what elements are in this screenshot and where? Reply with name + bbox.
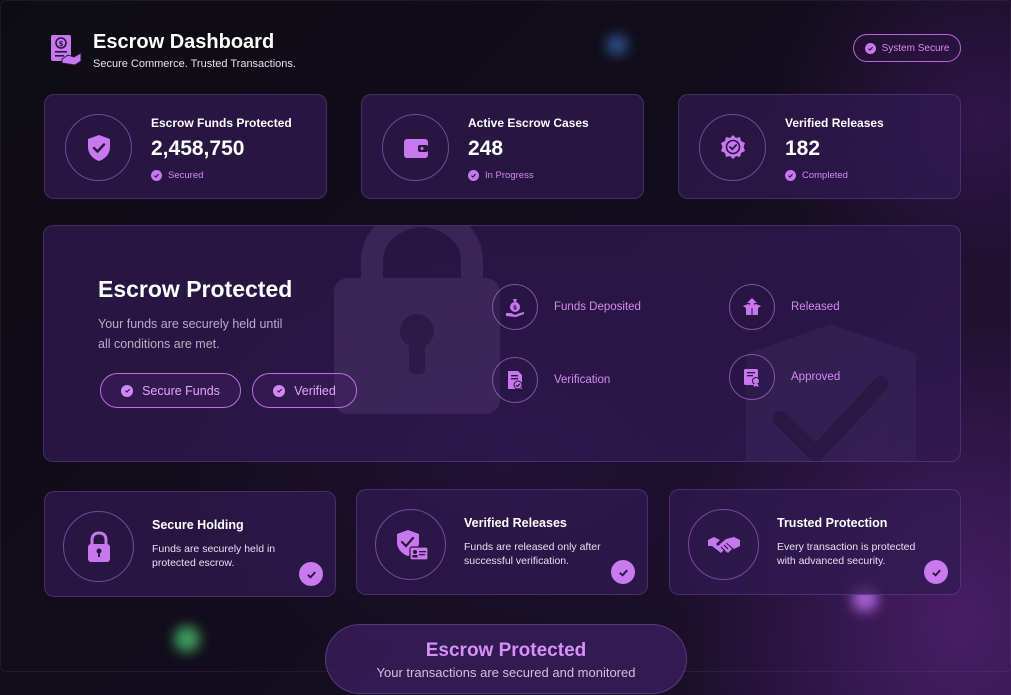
step-label: Released bbox=[791, 301, 840, 313]
feature-description: Every transaction is protected with adva… bbox=[777, 541, 916, 567]
money-bag-hand-icon: $ bbox=[506, 299, 524, 317]
step-funds-deposited[interactable]: $ Funds Deposited bbox=[492, 284, 641, 330]
stat-status-label: Completed bbox=[802, 170, 848, 181]
feature-title: Verified Releases bbox=[464, 516, 567, 530]
feature-icon-ring bbox=[375, 509, 446, 580]
feature-card-trusted-protection[interactable]: Trusted Protection Every transaction is … bbox=[669, 489, 961, 595]
step-released[interactable]: Released bbox=[729, 284, 840, 330]
stat-status-label: In Progress bbox=[485, 170, 534, 181]
stat-value: 182 bbox=[785, 137, 821, 160]
feature-icon-ring bbox=[688, 509, 759, 580]
shield-id-card-icon bbox=[396, 529, 429, 561]
check-circle-icon bbox=[151, 170, 162, 181]
shield-check-icon bbox=[87, 134, 110, 161]
wallet-icon bbox=[403, 138, 428, 158]
secure-funds-button[interactable]: Secure Funds bbox=[100, 373, 241, 408]
check-circle-icon bbox=[864, 42, 876, 54]
stat-value: 248 bbox=[468, 137, 504, 160]
feature-card-secure-holding[interactable]: Secure Holding Funds are securely held i… bbox=[44, 491, 336, 597]
stat-status-label: Secured bbox=[168, 170, 204, 181]
page-title: Escrow Dashboard bbox=[93, 31, 275, 53]
stat-label: Active Escrow Cases bbox=[468, 116, 589, 130]
stat-status: Secured bbox=[151, 170, 203, 181]
check-circle-icon bbox=[468, 170, 479, 181]
check-badge-icon bbox=[924, 560, 948, 584]
stat-card-active-cases[interactable]: Active Escrow Cases 248 In Progress bbox=[361, 94, 644, 199]
certificate-icon bbox=[744, 369, 760, 387]
feature-title: Trusted Protection bbox=[777, 516, 888, 530]
document-check-icon bbox=[508, 371, 523, 390]
hero-title: Escrow Protected bbox=[98, 276, 293, 302]
stat-card-verified-releases[interactable]: Verified Releases 182 Completed bbox=[678, 94, 961, 199]
svg-text:$: $ bbox=[59, 40, 64, 48]
feature-card-verified-releases[interactable]: Verified Releases Funds are released onl… bbox=[356, 489, 648, 595]
svg-text:$: $ bbox=[513, 305, 517, 312]
step-label: Approved bbox=[791, 371, 841, 383]
footer-title: Escrow Protected bbox=[425, 640, 587, 661]
step-icon-ring bbox=[729, 284, 775, 330]
step-approved[interactable]: Approved bbox=[729, 354, 840, 400]
badge-check-icon bbox=[720, 134, 745, 159]
step-label: Verification bbox=[554, 374, 611, 386]
stat-icon-ring bbox=[65, 114, 132, 181]
secure-funds-label: Secure Funds bbox=[142, 383, 220, 398]
stat-icon-ring bbox=[382, 114, 449, 181]
handshake-icon bbox=[707, 536, 740, 553]
stat-icon-ring bbox=[699, 114, 766, 181]
footer-subtitle: Your transactions are secured and monito… bbox=[376, 665, 636, 680]
stat-value: 2,458,750 bbox=[151, 137, 245, 160]
check-circle-icon bbox=[273, 384, 286, 397]
padlock-icon bbox=[87, 530, 110, 562]
stat-label: Escrow Funds Protected bbox=[151, 116, 292, 130]
feature-title: Secure Holding bbox=[152, 518, 244, 532]
feature-description: Funds are securely held in protected esc… bbox=[152, 543, 276, 569]
step-verification[interactable]: Verification bbox=[492, 357, 610, 403]
stat-status: In Progress bbox=[468, 170, 534, 181]
footer-status-banner: Escrow Protected Your transactions are s… bbox=[325, 624, 687, 694]
verified-button[interactable]: Verified bbox=[252, 373, 357, 408]
escrow-protected-panel: Escrow Protected Your funds are securely… bbox=[43, 225, 961, 462]
step-icon-ring: $ bbox=[492, 284, 538, 330]
check-circle-icon bbox=[121, 384, 134, 397]
hero-description: Your funds are securely held until all c… bbox=[98, 317, 283, 351]
verified-label: Verified bbox=[294, 383, 336, 398]
check-badge-icon bbox=[611, 560, 635, 584]
feature-description: Funds are released only after successful… bbox=[464, 541, 601, 567]
page-subtitle: Secure Commerce. Trusted Transactions. bbox=[93, 58, 296, 70]
step-icon-ring bbox=[492, 357, 538, 403]
system-secure-label: System Secure bbox=[881, 42, 950, 54]
system-secure-badge[interactable]: System Secure bbox=[853, 34, 961, 62]
check-badge-icon bbox=[299, 562, 323, 586]
check-circle-icon bbox=[785, 170, 796, 181]
stat-status: Completed bbox=[785, 170, 848, 181]
box-upload-icon bbox=[743, 298, 761, 315]
large-lock-icon bbox=[334, 226, 500, 414]
stat-label: Verified Releases bbox=[785, 116, 884, 130]
feature-icon-ring bbox=[63, 511, 134, 582]
step-icon-ring bbox=[729, 354, 775, 400]
step-label: Funds Deposited bbox=[554, 301, 641, 313]
contract-handshake-icon: $ bbox=[51, 35, 82, 66]
stat-card-funds-protected[interactable]: Escrow Funds Protected 2,458,750 Secured bbox=[44, 94, 327, 199]
